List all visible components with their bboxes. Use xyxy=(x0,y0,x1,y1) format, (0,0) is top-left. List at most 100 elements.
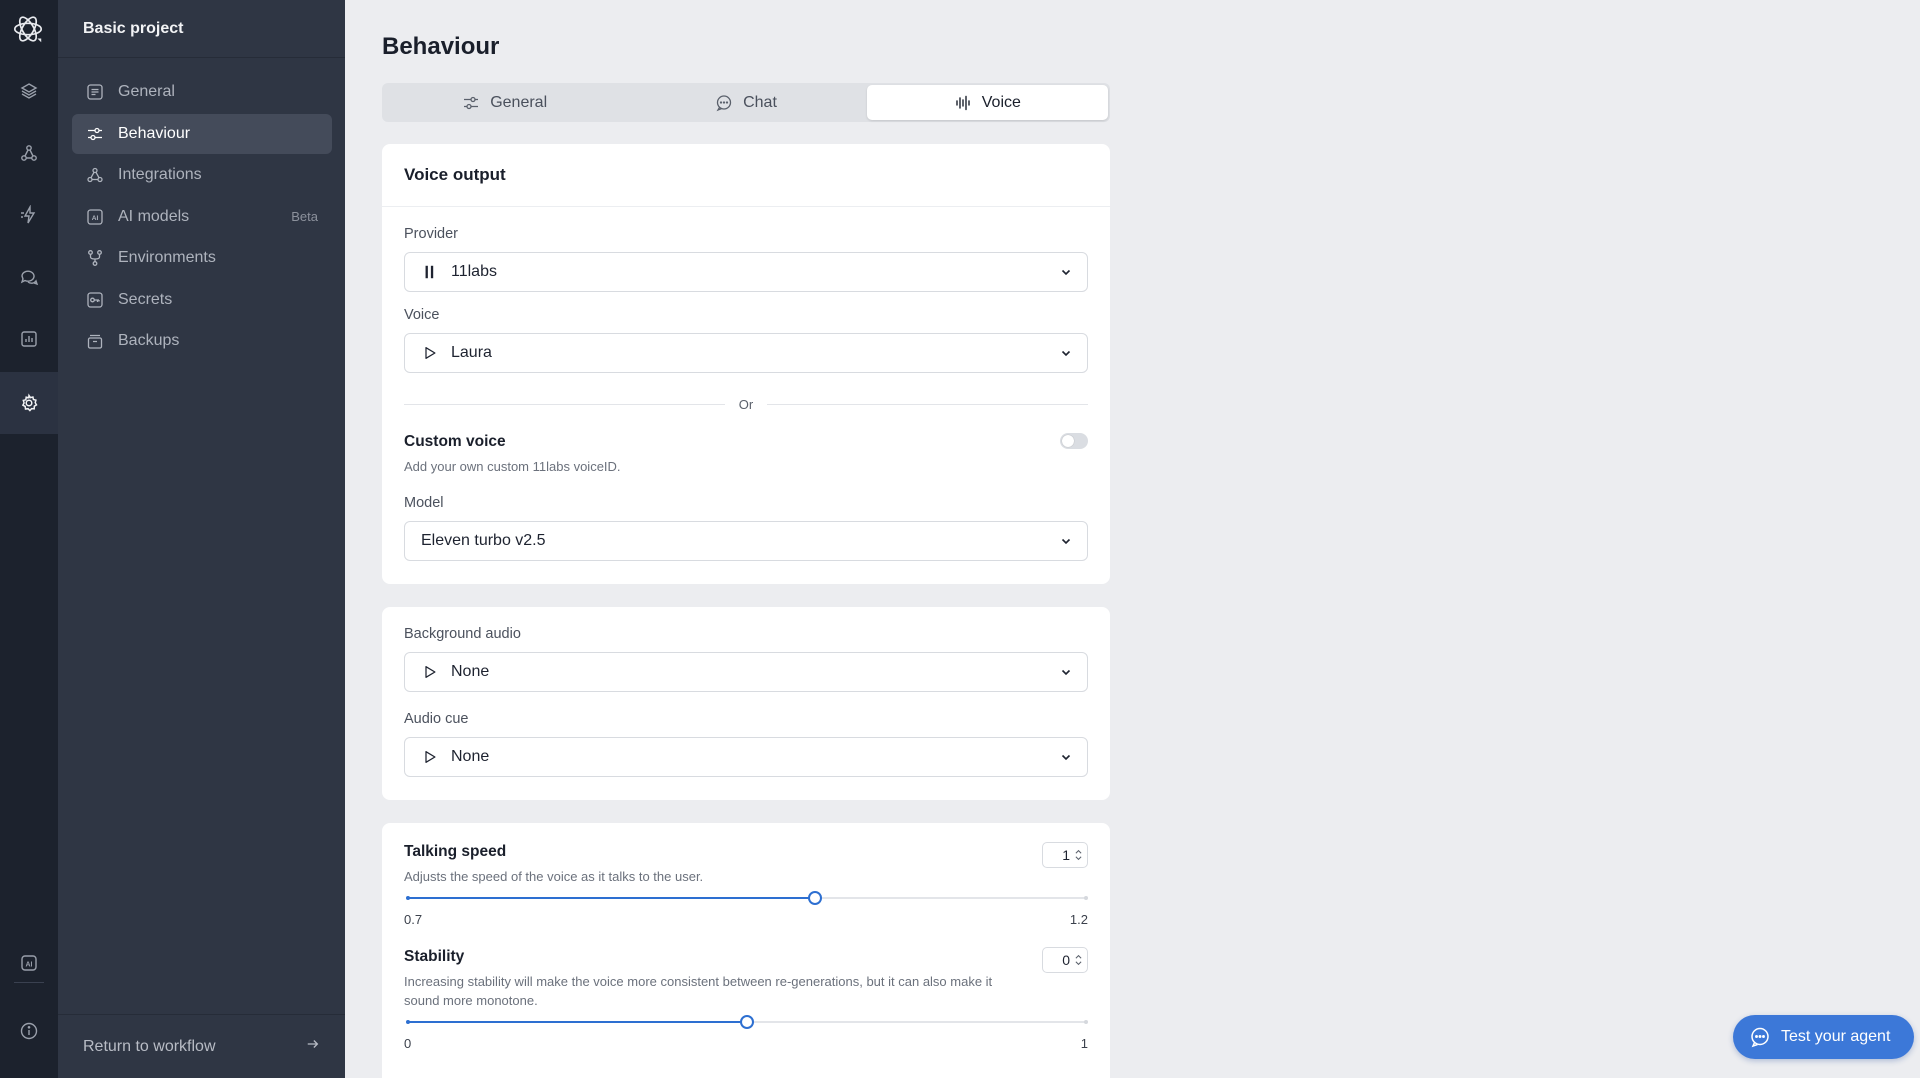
custom-voice-toggle[interactable] xyxy=(1060,433,1088,449)
page-title: Behaviour xyxy=(382,33,500,60)
svg-text:AI: AI xyxy=(26,962,33,969)
chat-icon xyxy=(716,94,732,111)
play-icon[interactable] xyxy=(421,344,439,362)
provider-value: 11labs xyxy=(451,263,497,280)
voice-label: Voice xyxy=(404,307,440,323)
slider-start-dot xyxy=(406,1020,410,1024)
settings-icon[interactable] xyxy=(0,372,58,434)
tab-voice[interactable]: Voice xyxy=(866,85,1108,120)
audio-cue-label: Audio cue xyxy=(404,711,469,727)
lightning-icon[interactable] xyxy=(0,184,58,246)
stability-title: Stability xyxy=(404,948,465,965)
chevron-down-icon xyxy=(1061,754,1071,761)
divider-line xyxy=(767,403,1089,405)
background-audio-label: Background audio xyxy=(404,626,521,642)
audio-card: Background audio None Audio cue None xyxy=(382,607,1110,800)
sidebar-item-environments[interactable]: Environments xyxy=(72,238,332,278)
stability-stepper[interactable]: 0 xyxy=(1042,947,1088,973)
voice-value: Laura xyxy=(451,344,492,361)
integrations-icon xyxy=(86,166,104,184)
sidebar-item-backups[interactable]: Backups xyxy=(72,321,332,361)
sidebar-item-secrets[interactable]: Secrets xyxy=(72,280,332,320)
ai-icon[interactable]: AI xyxy=(0,932,58,994)
arrow-right-icon xyxy=(306,1037,320,1056)
background-audio-select[interactable]: None xyxy=(404,652,1088,692)
audio-cue-select[interactable]: None xyxy=(404,737,1088,777)
sidebar-item-label: Integrations xyxy=(118,166,202,183)
background-audio-value: None xyxy=(451,663,490,680)
settings-sidebar: Basic project General Behaviour Integrat… xyxy=(58,0,345,1078)
elevenlabs-logo-icon xyxy=(421,263,439,281)
layers-icon[interactable] xyxy=(0,60,58,122)
talking-speed-slider[interactable] xyxy=(404,891,1088,905)
slider-end-dot xyxy=(1084,1020,1088,1024)
divider-line xyxy=(404,403,725,405)
voice-select[interactable]: Laura xyxy=(404,333,1088,373)
talking-speed-stepper[interactable]: 1 xyxy=(1042,842,1088,868)
integrations-icon[interactable] xyxy=(0,122,58,184)
logo-icon[interactable] xyxy=(10,11,46,47)
tab-chat[interactable]: Chat xyxy=(625,85,866,120)
or-text: Or xyxy=(738,396,754,412)
chat-icon xyxy=(1751,1027,1769,1048)
stability-min: 0 xyxy=(404,1036,412,1051)
slider-thumb[interactable] xyxy=(740,1015,754,1029)
stability-value: 0 xyxy=(1062,952,1070,968)
behaviour-tabs: General Chat Voice xyxy=(382,83,1110,122)
archive-icon xyxy=(86,332,104,350)
sidebar-item-label: Backups xyxy=(118,332,180,349)
chevron-down-icon xyxy=(1061,350,1071,357)
model-value: Eleven turbo v2.5 xyxy=(421,532,546,549)
voice-output-card: Voice output Provider 11labs Voice Laura… xyxy=(382,144,1110,584)
sidebar-item-ai-models[interactable]: AI AI models Beta xyxy=(72,197,332,237)
stability-description: Increasing stability will make the voice… xyxy=(404,974,993,1008)
provider-select[interactable]: 11labs xyxy=(404,252,1088,292)
sidebar-item-label: Environments xyxy=(118,249,216,266)
sidebar-item-label: Behaviour xyxy=(118,124,191,142)
chat-icon[interactable] xyxy=(0,246,58,308)
sidebar-item-label: General xyxy=(118,83,175,100)
project-name[interactable]: Basic project xyxy=(58,0,345,58)
sliders-icon xyxy=(86,125,104,143)
tab-general[interactable]: General xyxy=(384,85,625,120)
model-select[interactable]: Eleven turbo v2.5 xyxy=(404,521,1088,561)
info-icon[interactable] xyxy=(0,1000,58,1062)
key-icon xyxy=(86,291,104,309)
talking-speed-title: Talking speed xyxy=(404,843,507,860)
talking-speed-max: 1.2 xyxy=(1069,912,1088,927)
general-icon xyxy=(86,83,104,101)
return-to-workflow-link[interactable]: Return to workflow xyxy=(58,1014,345,1078)
stability-max: 1 xyxy=(1080,1036,1088,1051)
voice-tuning-card: Talking speed 1 Adjusts the speed of the… xyxy=(382,823,1110,1078)
settings-nav: General Behaviour Integrations AI AI mod… xyxy=(58,58,345,361)
toggle-knob xyxy=(1062,435,1074,447)
play-icon[interactable] xyxy=(421,663,439,681)
slider-end-dot xyxy=(1084,896,1088,900)
slider-fill xyxy=(408,1021,747,1023)
stepper-arrows-icon[interactable] xyxy=(1073,952,1083,968)
voice-output-title: Voice output xyxy=(382,144,1110,207)
sidebar-item-behaviour[interactable]: Behaviour xyxy=(72,113,332,154)
rail-divider xyxy=(14,982,44,983)
chevron-down-icon xyxy=(1061,669,1071,676)
sidebar-item-integrations[interactable]: Integrations xyxy=(72,155,332,195)
talking-speed-value: 1 xyxy=(1062,847,1070,863)
stability-slider[interactable] xyxy=(404,1015,1088,1029)
test-agent-button[interactable]: Test your agent xyxy=(1733,1015,1914,1059)
tab-label: General xyxy=(490,93,548,111)
icon-rail: AI xyxy=(0,0,58,1078)
talking-speed-description: Adjusts the speed of the voice as it tal… xyxy=(404,869,704,884)
beta-badge: Beta xyxy=(291,209,318,224)
play-icon[interactable] xyxy=(421,748,439,766)
stepper-arrows-icon[interactable] xyxy=(1073,847,1083,863)
tab-label: Chat xyxy=(743,93,777,111)
slider-thumb[interactable] xyxy=(807,891,822,905)
return-to-workflow-label: Return to workflow xyxy=(83,1037,216,1055)
sidebar-item-general[interactable]: General xyxy=(72,72,332,112)
analytics-icon[interactable] xyxy=(0,308,58,370)
ai-icon: AI xyxy=(86,208,104,226)
waveform-icon xyxy=(956,95,970,110)
slider-start-dot xyxy=(406,896,410,900)
sidebar-item-label: AI models xyxy=(118,207,190,225)
or-divider: Or xyxy=(404,394,1089,414)
